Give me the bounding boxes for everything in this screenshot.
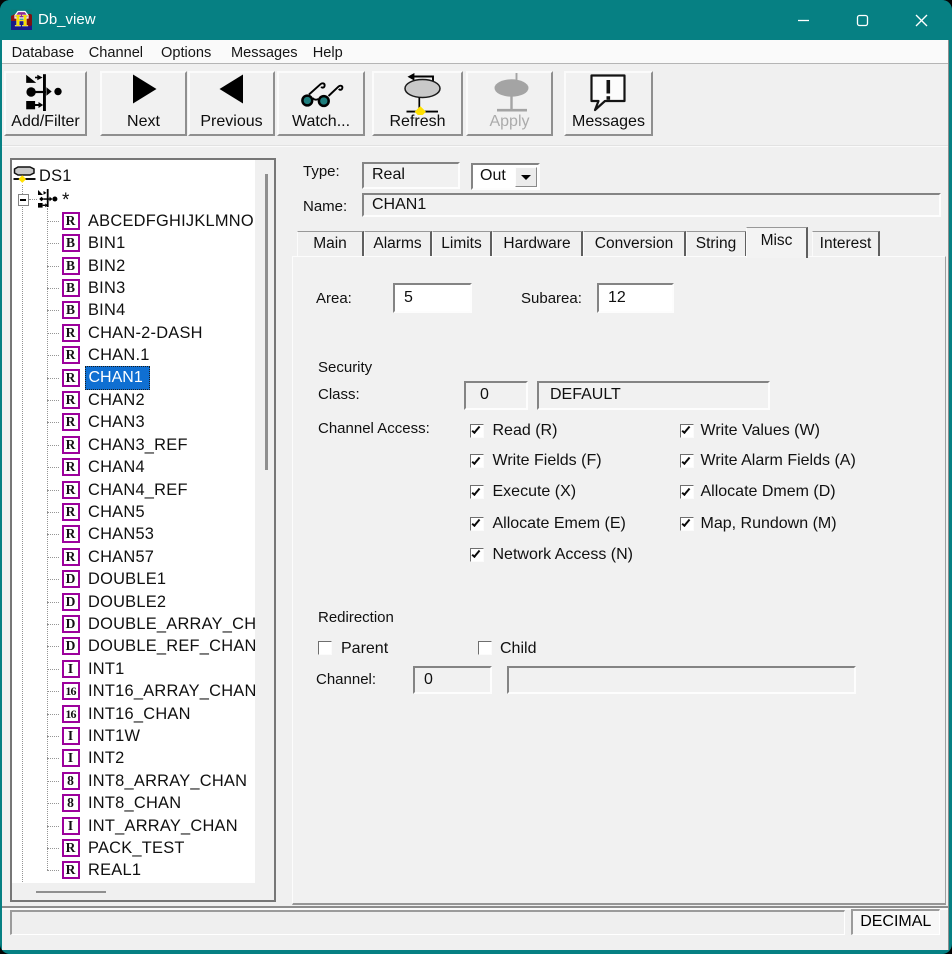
svg-text:H: H xyxy=(15,11,28,30)
